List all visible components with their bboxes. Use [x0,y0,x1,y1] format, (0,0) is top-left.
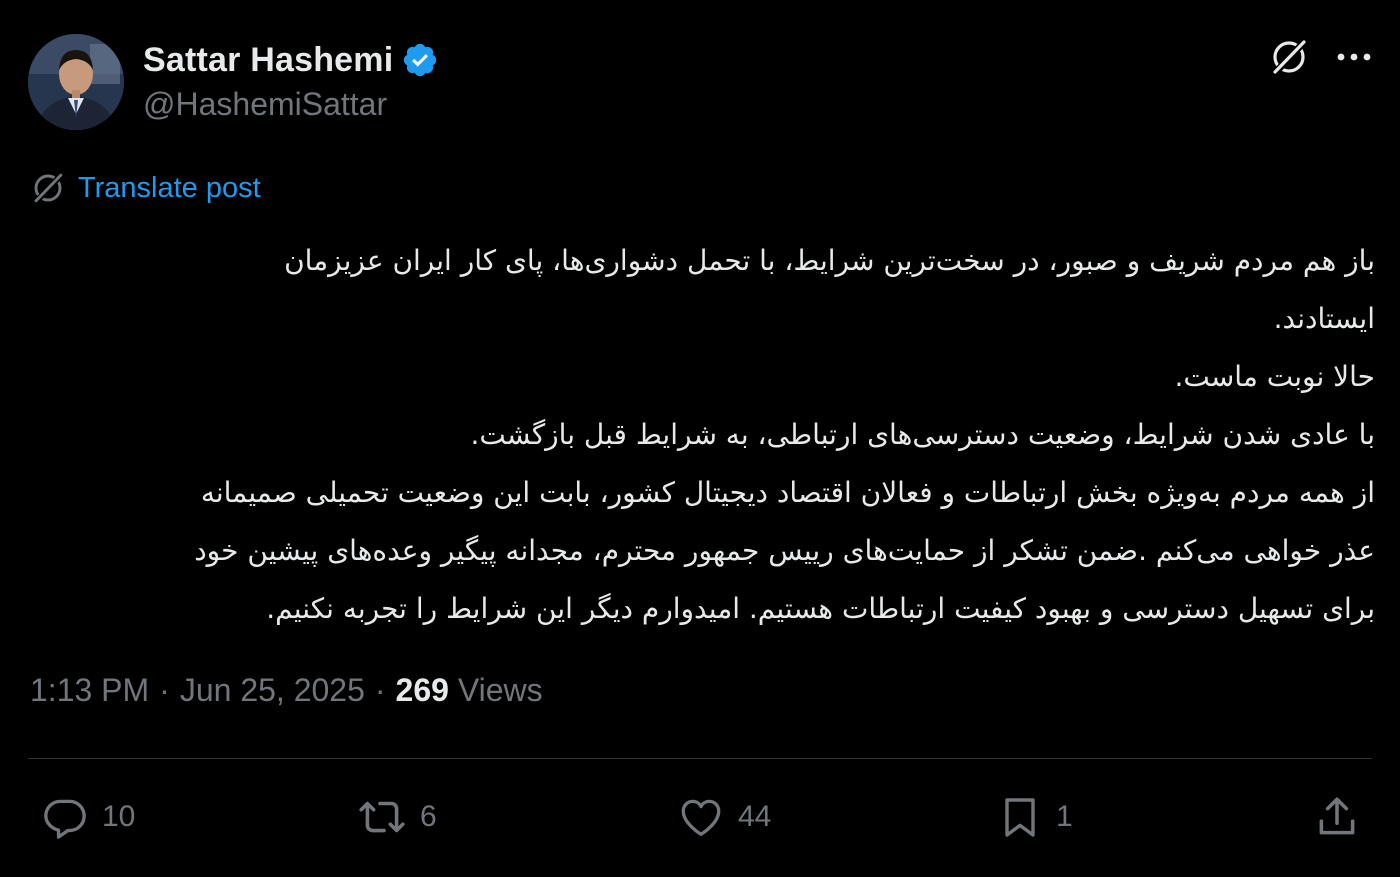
repost-icon [359,801,405,833]
post-line: باز هم مردم شریف و صبور، در سخت‌ترین شرا… [284,244,1375,277]
post-line: با عادی شدن شرایط، وضعیت دسترسی‌های ارتب… [470,418,1375,451]
repost-button[interactable]: 6 [356,786,437,848]
post-line: حالا نوبت ماست. [1174,360,1375,393]
post-line: ایستادند. [1273,302,1375,335]
share-button[interactable] [1312,786,1362,848]
views-label: Views [457,672,543,708]
translate-post-link[interactable]: Translate post [30,170,261,206]
views-group: 269 Views [396,672,543,709]
reply-button[interactable]: 10 [40,786,135,848]
verified-badge-icon [404,43,437,77]
repost-count: 6 [420,800,437,833]
views-count: 269 [395,672,449,708]
top-actions [1268,36,1372,78]
reply-count: 10 [102,800,136,833]
meta-separator: · [159,672,170,708]
more-icon[interactable] [1336,50,1372,64]
post-line: عذر خواهی می‌کنم .ضمن تشکر از حمایت‌های … [194,534,1375,567]
share-icon [1319,797,1355,835]
author-name-row[interactable]: Sattar Hashemi [143,38,439,82]
divider [28,758,1372,759]
action-bar: 10 6 44 1 [0,786,1400,848]
post-line: برای تسهیل دسترسی و بهبود کیفیت ارتباطات… [266,592,1375,625]
author-handle[interactable]: @HashemiSattar [143,86,387,123]
meta-separator: · [374,672,386,708]
post-meta: 1:13 PM · Jun 25, 2025 · 269 Views [30,672,543,709]
post-date[interactable]: Jun 25, 2025 [180,672,365,709]
bookmark-count: 1 [1056,800,1073,833]
translate-post-label[interactable]: Translate post [78,172,261,205]
post-time[interactable]: 1:13 PM [30,672,149,709]
author-display-name[interactable]: Sattar Hashemi [143,41,393,80]
avatar[interactable] [28,34,124,130]
like-button[interactable]: 44 [676,786,771,848]
post-line: از همه مردم به‌ویژه بخش ارتباطات و فعالا… [200,476,1375,509]
grok-icon[interactable] [1268,36,1310,78]
bookmark-button[interactable]: 1 [996,786,1073,848]
like-count: 44 [738,800,772,833]
like-icon [681,799,721,836]
avatar-image [28,34,124,130]
reply-icon [44,799,86,839]
bookmark-icon [1005,798,1035,837]
grok-translate-icon [33,171,65,205]
post-text: باز هم مردم شریف و صبور، در سخت‌ترین شرا… [40,232,1375,638]
